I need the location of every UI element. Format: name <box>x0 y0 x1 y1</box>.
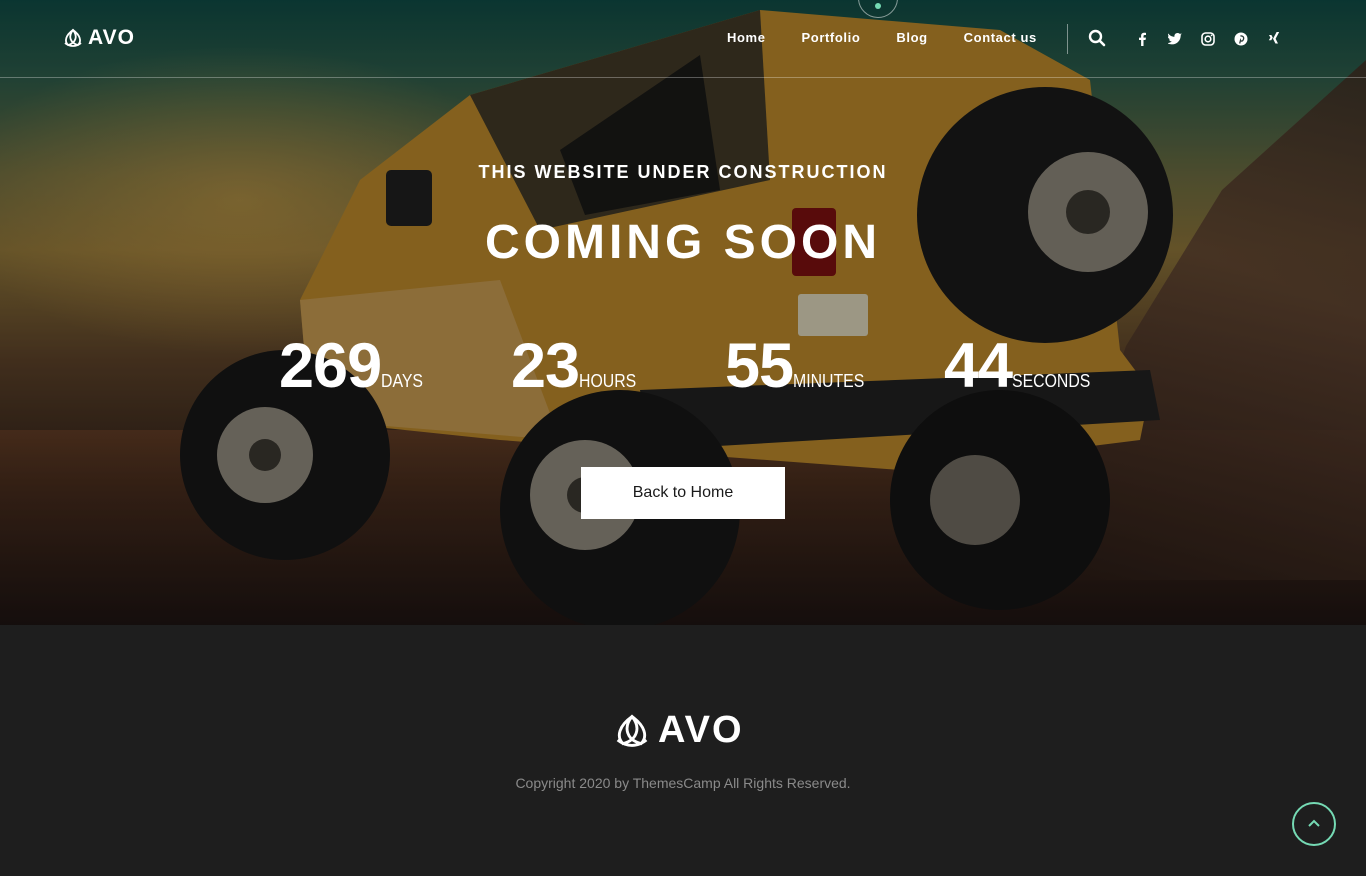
hero-overlay <box>0 0 1366 625</box>
brand-logo[interactable]: AVO <box>62 26 135 50</box>
countdown-seconds: 44 SECONDS <box>944 332 1101 400</box>
facebook-icon[interactable] <box>1133 30 1151 48</box>
countdown-minutes: 55 MINUTES <box>725 332 874 400</box>
countdown-unit: DAYS <box>381 371 424 391</box>
nav-item-home[interactable]: Home <box>727 30 766 45</box>
countdown-unit: SECONDS <box>1012 371 1091 391</box>
scroll-to-top-button[interactable] <box>1292 802 1336 846</box>
search-icon[interactable] <box>1088 29 1106 52</box>
page-footer: AVO Copyright 2020 by ThemesCamp All Rig… <box>0 625 1366 876</box>
hero-subtitle: THIS WEBSITE UNDER CONSTRUCTION <box>478 162 888 182</box>
nav-item-blog[interactable]: Blog <box>896 30 927 45</box>
chevron-up-icon <box>1308 819 1320 827</box>
brand-name: AVO <box>88 26 135 49</box>
nav-item-contact[interactable]: Contact us <box>964 30 1037 45</box>
countdown-value: 269 <box>279 331 382 401</box>
countdown-hours: 23 HOURS <box>511 332 644 400</box>
pinterest-icon[interactable] <box>1232 30 1250 48</box>
twitter-icon[interactable] <box>1166 30 1184 48</box>
countdown-value: 23 <box>511 331 580 401</box>
main-nav: Home Portfolio Blog Contact us <box>727 30 1073 45</box>
nav-divider <box>1067 24 1068 54</box>
xing-icon[interactable] <box>1265 30 1283 48</box>
top-navbar: AVO Home Portfolio Blog Contact us <box>0 0 1366 78</box>
copyright-text: Copyright 2020 by ThemesCamp All Rights … <box>515 775 851 791</box>
footer-brand-name: AVO <box>658 709 744 751</box>
triquetra-icon <box>616 714 648 747</box>
countdown-value: 44 <box>944 331 1013 401</box>
back-to-home-button[interactable]: Back to Home <box>581 467 785 519</box>
footer-brand-logo[interactable]: AVO <box>612 709 744 752</box>
countdown-unit: MINUTES <box>793 371 865 391</box>
hero-title: COMING SOON <box>484 216 881 269</box>
triquetra-icon <box>64 28 82 47</box>
instagram-icon[interactable] <box>1199 30 1217 48</box>
countdown-unit: HOURS <box>579 371 637 391</box>
countdown-days: 269 DAYS <box>279 332 429 400</box>
countdown-value: 55 <box>725 331 794 401</box>
hero-section: THIS WEBSITE UNDER CONSTRUCTION COMING S… <box>0 0 1366 625</box>
nav-hover-indicator <box>858 0 898 18</box>
social-links <box>1133 30 1283 48</box>
nav-item-portfolio[interactable]: Portfolio <box>802 30 861 45</box>
